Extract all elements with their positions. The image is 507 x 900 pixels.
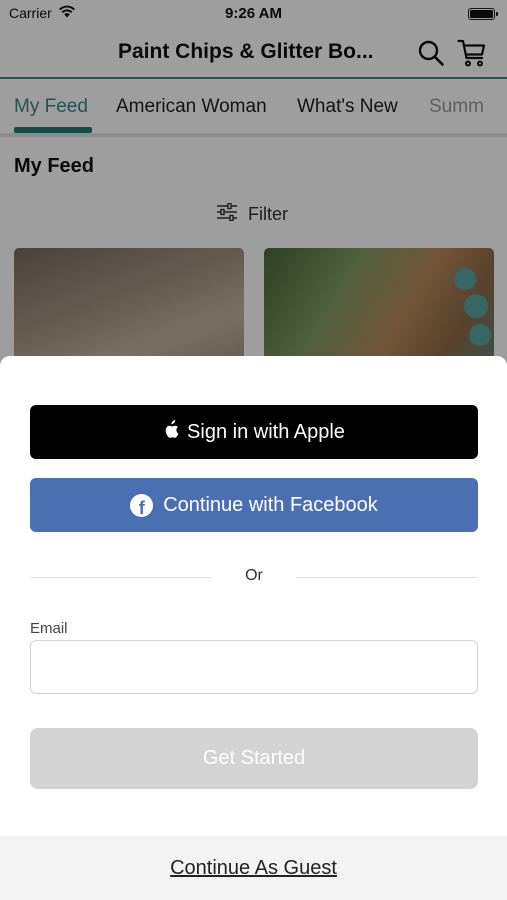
email-label: Email (30, 620, 68, 637)
facebook-icon: f (130, 493, 154, 517)
continue-with-facebook-button[interactable]: f Continue with Facebook (30, 478, 478, 532)
sign-in-with-apple-button[interactable]: Sign in with Apple (30, 405, 478, 459)
sign-in-sheet: Sign in with Apple f Continue with Faceb… (0, 356, 507, 900)
get-started-button[interactable]: Get Started (30, 728, 478, 789)
divider-line (296, 577, 478, 578)
continue-as-guest-link[interactable]: Continue As Guest (170, 857, 337, 880)
email-field[interactable] (30, 640, 478, 694)
guest-footer: Continue As Guest (0, 836, 507, 900)
apple-button-label: Sign in with Apple (187, 420, 345, 443)
facebook-button-label: Continue with Facebook (163, 493, 378, 516)
divider-line (30, 577, 212, 578)
apple-icon (163, 419, 179, 445)
or-divider-text: Or (245, 567, 263, 584)
